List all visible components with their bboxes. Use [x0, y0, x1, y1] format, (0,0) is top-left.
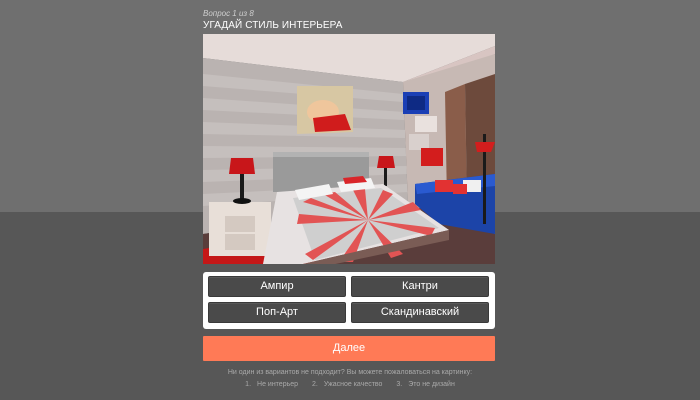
next-button[interactable]: Далее — [203, 336, 495, 361]
quiz-panel: Вопрос 1 из 8 УГАДАЙ СТИЛЬ ИНТЕРЬЕРА Амп… — [203, 8, 495, 361]
question-counter: Вопрос 1 из 8 — [203, 9, 254, 18]
answer-options: Ампир Кантри Поп-Арт Скандинавский — [203, 272, 495, 329]
answer-button-skandinavskiy[interactable]: Скандинавский — [351, 302, 489, 323]
answer-button-ampir[interactable]: Ампир — [208, 276, 346, 297]
report-option-not-design[interactable]: 3. Это не дизайн — [396, 381, 454, 388]
report-options: 1. Не интерьер 2. Ужасное качество 3. Это н… — [0, 380, 700, 390]
quiz-title: УГАДАЙ СТИЛЬ ИНТЕРЬЕРА — [203, 20, 343, 31]
interior-photo — [203, 34, 495, 264]
answer-button-pop-art[interactable]: Поп-Арт — [208, 302, 346, 323]
report-option-not-interior[interactable]: 1. Не интерьер — [245, 381, 298, 388]
answer-button-kantri[interactable]: Кантри — [351, 276, 489, 297]
report-option-bad-quality[interactable]: 2. Ужасное качество — [312, 381, 382, 388]
report-prompt: Ни один из вариантов не подходит? Вы мож… — [227, 369, 473, 376]
